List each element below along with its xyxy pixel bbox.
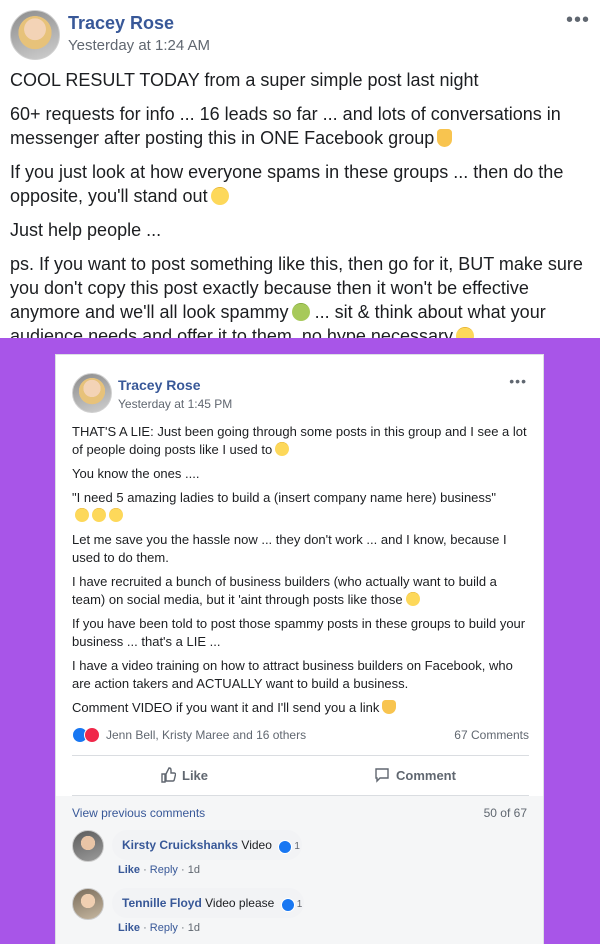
comment-like-link[interactable]: Like	[118, 864, 140, 876]
comment-item: Tennille Floyd Video please 1 Like · Rep…	[72, 888, 512, 938]
comment-bubble: Kirsty Cruickshanks Video 1	[112, 830, 302, 860]
like-reaction-icon	[278, 840, 293, 854]
raised-hands-emoji	[75, 508, 89, 522]
like-button[interactable]: Like	[160, 767, 208, 783]
reaction-icons	[72, 727, 102, 743]
facepalm-emoji	[275, 442, 290, 456]
embedded-post-card: Tracey Rose Yesterday at 1:45 PM ••• THA…	[55, 354, 544, 944]
post-paragraph: ps. If you want to post something like t…	[10, 254, 583, 346]
comment-age: 1d	[187, 922, 200, 934]
embedded-post-timestamp[interactable]: Yesterday at 1:45 PM	[118, 397, 232, 411]
comment-like-link[interactable]: Like	[118, 922, 140, 934]
embedded-paragraph: "I need 5 amazing ladies to build a (ins…	[72, 489, 532, 525]
post-paragraph: Just help people ...	[10, 220, 162, 240]
author-name[interactable]: Tracey Rose	[68, 13, 174, 34]
embedded-paragraph: Let me save you the hassle now ... they …	[72, 532, 507, 565]
comment-button[interactable]: Comment	[374, 767, 600, 783]
embedded-more-options-icon[interactable]: •••	[509, 374, 527, 388]
love-reaction-icon	[84, 727, 100, 743]
comment-reply-link[interactable]: Reply	[150, 922, 178, 934]
comments-count[interactable]: 67 Comments	[454, 728, 529, 742]
party-emoji	[92, 508, 106, 522]
embedded-paragraph: You know the ones ....	[72, 466, 200, 481]
embedded-paragraph: Comment VIDEO if you want it and I'll se…	[72, 699, 532, 717]
comment-meta: Like · Reply · 1d	[118, 922, 200, 934]
like-label: Like	[182, 767, 209, 783]
view-previous-comments-link[interactable]: View previous comments	[72, 806, 205, 820]
comment-bubble-icon	[375, 768, 389, 783]
post-paragraph: COOL RESULT TODAY from a super simple po…	[10, 70, 479, 90]
embedded-paragraph: I have a video training on how to attrac…	[72, 658, 513, 691]
embedded-post-body: THAT'S A LIE: Just been going through so…	[72, 423, 532, 723]
post-paragraph: 60+ requests for info ... 16 leads so fa…	[10, 104, 561, 148]
author-avatar[interactable]	[10, 10, 60, 60]
comment-reply-link[interactable]: Reply	[150, 864, 178, 876]
sick-emoji	[291, 303, 310, 321]
embedded-author-avatar[interactable]	[72, 373, 112, 413]
commenter-avatar[interactable]	[72, 830, 104, 862]
embedded-post-header: Tracey Rose Yesterday at 1:45 PM •••	[72, 373, 527, 413]
embedded-author-name[interactable]: Tracey Rose	[118, 377, 201, 393]
thumbs-up-icon	[161, 767, 176, 783]
embedded-paragraph: If you have been told to post those spam…	[72, 616, 526, 649]
comment-age: 1d	[187, 864, 200, 876]
comment-item: Kirsty Cruickshanks Video 1 Like · Reply…	[72, 830, 512, 880]
post-paragraph: If you just look at how everyone spams i…	[10, 162, 564, 206]
comment-text: Video please	[205, 896, 275, 910]
reactions-summary[interactable]: Jenn Bell, Kristy Maree and 16 others 67…	[72, 725, 529, 745]
comments-section: View previous comments 50 of 67 Kirsty C…	[56, 796, 543, 944]
commenter-avatar[interactable]	[72, 888, 104, 920]
wink-emoji	[210, 187, 229, 205]
comment-page-count: 50 of 67	[483, 806, 527, 820]
embedded-paragraph: I have recruited a bunch of business bui…	[72, 574, 497, 607]
comment-bubble: Tennille Floyd Video please 1	[112, 888, 305, 918]
commenter-name[interactable]: Tennille Floyd	[122, 896, 202, 910]
more-options-icon[interactable]: •••	[566, 10, 590, 30]
smile-emoji	[109, 508, 123, 522]
comment-reactions[interactable]: 1	[278, 838, 300, 856]
commenter-name[interactable]: Kirsty Cruickshanks	[122, 838, 238, 852]
action-bar: Like Comment	[72, 761, 529, 793]
pointing-hand-emoji	[382, 700, 397, 714]
comment-meta: Like · Reply · 1d	[118, 864, 200, 876]
embedded-paragraph: THAT'S A LIE: Just been going through so…	[72, 424, 527, 457]
reactor-names[interactable]: Jenn Bell, Kristy Maree and 16 others	[106, 728, 306, 742]
comment-label: Comment	[396, 767, 456, 783]
post-body: COOL RESULT TODAY from a super simple po…	[10, 68, 590, 358]
shushing-emoji	[405, 592, 420, 606]
post-timestamp[interactable]: Yesterday at 1:24 AM	[68, 37, 210, 54]
comment-text: Video	[241, 838, 272, 852]
like-reaction-icon	[280, 898, 295, 912]
comment-reactions[interactable]: 1	[280, 896, 302, 914]
divider	[72, 755, 529, 756]
pointing-hand-emoji	[437, 129, 453, 147]
post-header: Tracey Rose Yesterday at 1:24 AM •••	[10, 10, 590, 62]
